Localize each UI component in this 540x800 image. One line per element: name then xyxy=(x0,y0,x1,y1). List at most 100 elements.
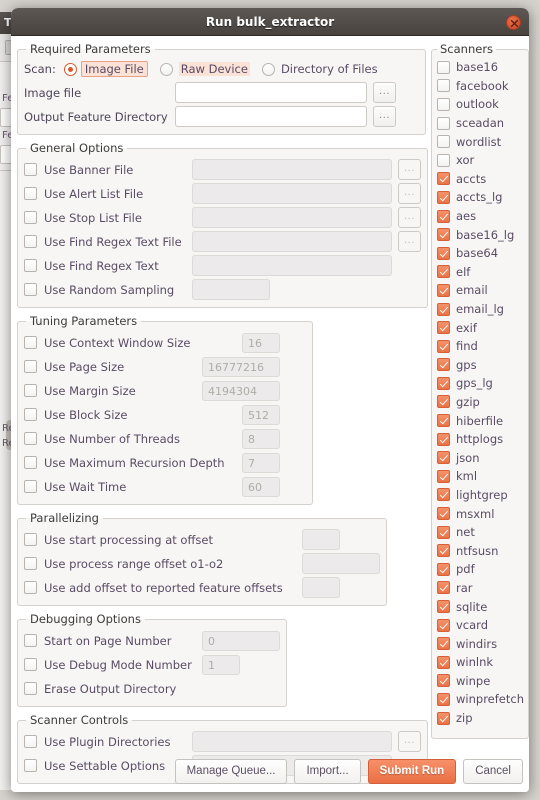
input-use-start-processing-at-offset[interactable] xyxy=(302,529,340,550)
scanner-checkbox-rar[interactable] xyxy=(437,581,450,595)
checkbox-use-start-processing-at-offset[interactable] xyxy=(24,533,37,546)
scanner-row[interactable]: xor xyxy=(437,151,524,170)
radio-image-file[interactable]: Image File xyxy=(63,61,148,77)
scanner-checkbox-aes[interactable] xyxy=(437,209,450,223)
scanner-row[interactable]: kml xyxy=(437,467,524,486)
radio-directory-of-files-indicator[interactable] xyxy=(261,62,275,76)
scanner-row[interactable]: json xyxy=(437,448,524,467)
scanner-checkbox-ntfsusn[interactable] xyxy=(437,544,450,558)
scanner-checkbox-base64[interactable] xyxy=(437,246,450,260)
scanner-row[interactable]: zip xyxy=(437,709,524,728)
scanner-row[interactable]: winprefetch xyxy=(437,690,524,709)
scanner-checkbox-exif[interactable] xyxy=(437,321,450,335)
submit-run-button[interactable]: Submit Run xyxy=(367,759,457,784)
input-use-plugin-directories[interactable] xyxy=(192,731,392,752)
scanner-checkbox-zip[interactable] xyxy=(437,711,450,725)
scanner-row[interactable]: base16 xyxy=(437,58,524,77)
radio-raw-device-indicator[interactable] xyxy=(159,62,173,76)
input-use-find-regex-text[interactable] xyxy=(192,255,392,276)
scanner-checkbox-base16[interactable] xyxy=(437,60,450,74)
scanner-checkbox-kml[interactable] xyxy=(437,469,450,483)
checkbox-use-wait-time[interactable] xyxy=(24,480,37,493)
scanner-row[interactable]: sqlite xyxy=(437,597,524,616)
scanner-row[interactable]: windirs xyxy=(437,634,524,653)
checkbox-use-maximum-recursion-depth[interactable] xyxy=(24,456,37,469)
checkbox-use-find-regex-text[interactable] xyxy=(24,259,37,272)
scanner-checkbox-gps_lg[interactable] xyxy=(437,376,450,390)
scanner-checkbox-sqlite[interactable] xyxy=(437,600,450,614)
checkbox-use-block-size[interactable] xyxy=(24,408,37,421)
input-use-stop-list-file[interactable] xyxy=(192,207,392,228)
input-start-on-page-number[interactable]: 0 xyxy=(202,630,280,651)
input-use-wait-time[interactable]: 60 xyxy=(242,476,280,497)
checkbox-use-process-range-offset[interactable] xyxy=(24,557,37,570)
output-feature-directory-input[interactable] xyxy=(175,106,367,127)
scanner-row[interactable]: base16_lg xyxy=(437,225,524,244)
scanner-row[interactable]: accts_lg xyxy=(437,188,524,207)
scanner-row[interactable]: lightgrep xyxy=(437,486,524,505)
input-use-debug-mode-number[interactable]: 1 xyxy=(202,654,240,675)
scanner-row[interactable]: gps_lg xyxy=(437,374,524,393)
scanner-checkbox-sceadan[interactable] xyxy=(437,116,450,130)
input-use-add-offset-to-reported-feature-offsets[interactable] xyxy=(302,577,340,598)
radio-raw-device[interactable]: Raw Device xyxy=(159,62,250,76)
scanner-checkbox-net[interactable] xyxy=(437,525,450,539)
scanner-checkbox-windirs[interactable] xyxy=(437,637,450,651)
scanner-checkbox-lightgrep[interactable] xyxy=(437,488,450,502)
scanner-row[interactable]: gzip xyxy=(437,393,524,412)
checkbox-use-add-offset-to-reported-feature-offsets[interactable] xyxy=(24,581,37,594)
scanner-checkbox-httplogs[interactable] xyxy=(437,432,450,446)
image-file-browse-button[interactable]: ... xyxy=(373,82,396,103)
scanner-row[interactable]: accts xyxy=(437,170,524,189)
scanner-row[interactable]: exif xyxy=(437,318,524,337)
scanner-checkbox-gzip[interactable] xyxy=(437,395,450,409)
checkbox-use-banner-file[interactable] xyxy=(24,163,37,176)
scanner-row[interactable]: facebook xyxy=(437,77,524,96)
scanner-row[interactable]: elf xyxy=(437,263,524,282)
scanner-checkbox-vcard[interactable] xyxy=(437,618,450,632)
scanner-row[interactable]: msxml xyxy=(437,504,524,523)
checkbox-erase-output-directory[interactable] xyxy=(24,682,37,695)
scanner-row[interactable]: winpe xyxy=(437,672,524,691)
radio-directory-of-files[interactable]: Directory of Files xyxy=(261,62,378,76)
scanner-checkbox-json[interactable] xyxy=(437,451,450,465)
image-file-input[interactable] xyxy=(175,82,367,103)
checkbox-use-page-size[interactable] xyxy=(24,360,37,373)
scanner-checkbox-email[interactable] xyxy=(437,283,450,297)
input-use-random-sampling[interactable] xyxy=(192,279,270,300)
scanner-row[interactable]: ntfsusn xyxy=(437,541,524,560)
scanner-row[interactable]: gps xyxy=(437,356,524,375)
checkbox-use-number-of-threads[interactable] xyxy=(24,432,37,445)
checkbox-use-margin-size[interactable] xyxy=(24,384,37,397)
scanner-checkbox-outlook[interactable] xyxy=(437,97,450,111)
scanner-row[interactable]: find xyxy=(437,337,524,356)
input-use-process-range-offset[interactable] xyxy=(302,553,380,574)
radio-image-file-indicator[interactable] xyxy=(63,62,77,76)
input-use-context-window-size[interactable]: 16 xyxy=(242,332,280,353)
browse-use-stop-list-file[interactable]: ... xyxy=(398,207,421,228)
manage-queue-button[interactable]: Manage Queue... xyxy=(174,759,288,784)
scanner-checkbox-pdf[interactable] xyxy=(437,562,450,576)
scanner-checkbox-elf[interactable] xyxy=(437,265,450,279)
scanner-row[interactable]: rar xyxy=(437,579,524,598)
scanner-checkbox-winpe[interactable] xyxy=(437,674,450,688)
scanner-row[interactable]: sceadan xyxy=(437,114,524,133)
close-icon[interactable] xyxy=(506,15,521,30)
scanner-row[interactable]: outlook xyxy=(437,95,524,114)
scanner-row[interactable]: wordlist xyxy=(437,132,524,151)
checkbox-start-on-page-number[interactable] xyxy=(24,634,37,647)
scanner-checkbox-base16_lg[interactable] xyxy=(437,228,450,242)
scanner-row[interactable]: email_lg xyxy=(437,300,524,319)
input-use-margin-size[interactable]: 4194304 xyxy=(202,380,280,401)
input-use-alert-list-file[interactable] xyxy=(192,183,392,204)
cancel-button[interactable]: Cancel xyxy=(463,759,523,784)
scanner-checkbox-hiberfile[interactable] xyxy=(437,414,450,428)
browse-use-plugin-directories[interactable]: ... xyxy=(398,731,421,752)
scanner-checkbox-find[interactable] xyxy=(437,339,450,353)
scanner-checkbox-gps[interactable] xyxy=(437,358,450,372)
scanner-checkbox-accts_lg[interactable] xyxy=(437,190,450,204)
scanner-row[interactable]: email xyxy=(437,281,524,300)
scanner-row[interactable]: vcard xyxy=(437,616,524,635)
scanner-row[interactable]: hiberfile xyxy=(437,411,524,430)
scanner-checkbox-accts[interactable] xyxy=(437,172,450,186)
